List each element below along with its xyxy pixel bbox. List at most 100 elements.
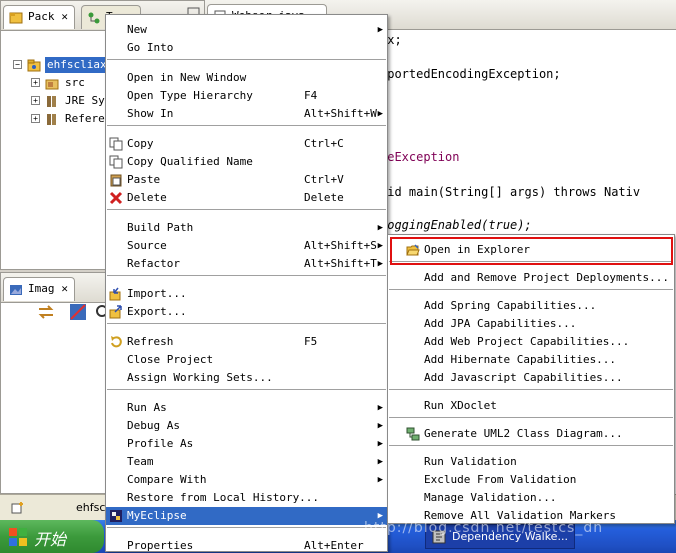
tab-package-explorer[interactable]: Pack ✕ (3, 5, 75, 29)
menu-item-run-as[interactable]: Run As ▶ (106, 399, 387, 417)
menu-item-open-in-new-window[interactable]: Open in New Window (106, 69, 387, 87)
menu-item-label: Build Path (127, 221, 194, 234)
submenu-arrow-icon: ▶ (377, 403, 383, 413)
menu-item-shortcut: Delete (304, 191, 344, 204)
menu-item-shortcut: Alt+Shift+S (304, 239, 377, 252)
menu-item-restore-from-local-history[interactable]: Restore from Local History... (106, 489, 387, 507)
fast-view-icon[interactable] (10, 500, 26, 516)
tab-label: Imag (28, 282, 55, 295)
collapse-toggle[interactable]: − (13, 60, 22, 69)
menu-item-add-web-project-capabilities[interactable]: Add Web Project Capabilities... (388, 333, 674, 351)
close-icon[interactable]: ✕ (61, 282, 68, 295)
menu-item-team[interactable]: Team ▶ (106, 453, 387, 471)
menu-item-new[interactable]: New ▶ (106, 21, 387, 39)
menu-item-label: Manage Validation... (424, 491, 557, 504)
java-project-icon (27, 59, 41, 72)
menu-item-go-into[interactable]: Go Into (106, 39, 387, 57)
library-icon (47, 114, 56, 125)
expand-toggle[interactable]: + (31, 78, 40, 87)
menu-item-assign-working-sets[interactable]: Assign Working Sets... (106, 369, 387, 387)
menu-item-label: Team (127, 455, 154, 468)
status-text: ehfsc (76, 501, 106, 514)
submenu-arrow-icon: ▶ (377, 259, 383, 269)
menu-item-add-jpa-capabilities[interactable]: Add JPA Capabilities... (388, 315, 674, 333)
menu-item-label: Restore from Local History... (127, 491, 320, 504)
tree-item-label: ehfscliax (45, 57, 109, 73)
menu-item-add-javascript-capabilities[interactable]: Add Javascript Capabilities... (388, 369, 674, 387)
windows-logo-icon (9, 528, 27, 546)
menu-separator (389, 417, 673, 418)
menu-item-label: Run Validation (424, 455, 517, 468)
swap-icon[interactable] (35, 301, 57, 323)
project-context-menu: New ▶ Go Into Open in New Window Open Type H… (105, 14, 388, 552)
image-icon (10, 285, 22, 295)
menu-item-source[interactable]: Source Alt+Shift+S ▶ (106, 237, 387, 255)
menu-item-run-validation[interactable]: Run Validation (388, 453, 674, 471)
menu-item-delete[interactable]: Delete Delete (106, 189, 387, 207)
library-icon (47, 96, 56, 107)
menu-item-add-spring-capabilities[interactable]: Add Spring Capabilities... (388, 297, 674, 315)
menu-item-label: Close Project (127, 353, 214, 366)
menu-item-manage-validation[interactable]: Manage Validation... (388, 489, 674, 507)
menu-item-label: Debug As (127, 419, 180, 432)
submenu-arrow-icon: ▶ (377, 25, 383, 35)
menu-item-properties[interactable]: Properties Alt+Enter (106, 537, 387, 553)
menu-item-label: Open Type Hierarchy (127, 89, 253, 102)
menu-item-close-project[interactable]: Close Project (106, 351, 387, 369)
menu-separator (389, 289, 673, 290)
menu-item-label: Refactor (127, 257, 180, 270)
watermark-text: http://blog.csdn.net/testcs_dn (364, 520, 604, 536)
expand-toggle[interactable]: + (31, 96, 40, 105)
menu-item-refactor[interactable]: Refactor Alt+Shift+T ▶ (106, 255, 387, 273)
menu-item-label: Add JPA Capabilities... (424, 317, 577, 330)
export-icon (109, 305, 122, 319)
menu-separator (107, 527, 386, 528)
menu-item-label: Run XDoclet (424, 399, 497, 412)
copy-icon (109, 137, 123, 151)
delete-icon (109, 191, 123, 205)
tree-item-label: Refere (65, 112, 105, 125)
paste-icon (110, 174, 122, 187)
menu-separator (107, 209, 386, 210)
menu-item-export[interactable]: Export... (106, 303, 387, 321)
expand-toggle[interactable]: + (31, 114, 40, 123)
menu-item-open-type-hierarchy[interactable]: Open Type Hierarchy F4 (106, 87, 387, 105)
menu-item-label: Profile As (127, 437, 194, 450)
fit-image-icon[interactable] (67, 301, 89, 323)
close-icon[interactable]: ✕ (61, 10, 68, 23)
menu-item-exclude-from-validation[interactable]: Exclude From Validation (388, 471, 674, 489)
menu-item-compare-with[interactable]: Compare With ▶ (106, 471, 387, 489)
menu-item-profile-as[interactable]: Profile As ▶ (106, 435, 387, 453)
menu-item-label: Add Web Project Capabilities... (424, 335, 630, 348)
submenu-arrow-icon: ▶ (377, 223, 383, 233)
menu-item-copy-qualified-name[interactable]: Copy Qualified Name (106, 153, 387, 171)
menu-item-refresh[interactable]: Refresh F5 (106, 333, 387, 351)
menu-item-paste[interactable]: Paste Ctrl+V (106, 171, 387, 189)
menu-item-import[interactable]: Import... (106, 285, 387, 303)
menu-item-add-hibernate-capabilities[interactable]: Add Hibernate Capabilities... (388, 351, 674, 369)
menu-item-label: Assign Working Sets... (127, 371, 273, 384)
menu-item-label: Paste (127, 173, 161, 186)
copy-icon (109, 155, 123, 169)
menu-item-label: Open in New Window (127, 71, 247, 84)
tab-image[interactable]: Imag ✕ (3, 277, 75, 301)
menu-item-myeclipse[interactable]: MyEclipse ▶ (106, 507, 387, 525)
menu-item-run-xdoclet[interactable]: Run XDoclet (388, 397, 674, 415)
menu-item-build-path[interactable]: Build Path ▶ (106, 219, 387, 237)
tab-label: Pack (28, 10, 55, 23)
menu-item-label: Show In (127, 107, 174, 120)
menu-item-label: Export... (127, 305, 187, 318)
submenu-arrow-icon: ▶ (377, 475, 383, 485)
menu-separator (107, 323, 386, 324)
menu-item-label: Exclude From Validation (424, 473, 577, 486)
menu-item-copy[interactable]: Copy Ctrl+C (106, 135, 387, 153)
start-button[interactable]: 开始 (0, 520, 104, 553)
menu-item-shortcut: Alt+Shift+T (304, 257, 377, 270)
menu-item-show-in[interactable]: Show In Alt+Shift+W ▶ (106, 105, 387, 123)
menu-item-debug-as[interactable]: Debug As ▶ (106, 417, 387, 435)
menu-item-generate-uml2-class-diagram[interactable]: Generate UML2 Class Diagram... (388, 425, 674, 443)
menu-item-label: Import... (127, 287, 187, 300)
menu-item-add-and-remove-project-deployments[interactable]: Add and Remove Project Deployments... (388, 269, 674, 287)
menu-item-shortcut: Alt+Shift+W (304, 107, 377, 120)
menu-item-shortcut: Ctrl+C (304, 137, 344, 150)
